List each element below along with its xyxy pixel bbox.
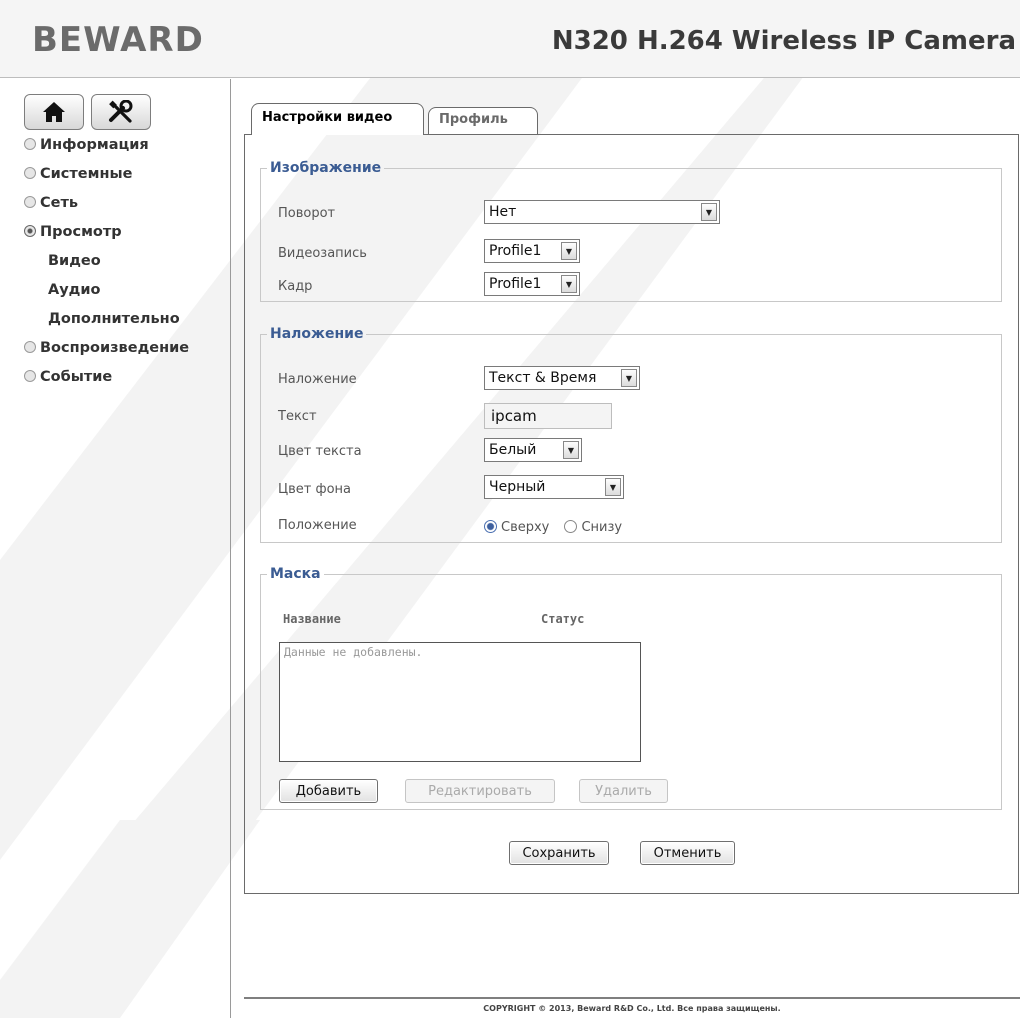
rotation-select[interactable]: Нет ▼ <box>484 200 720 224</box>
frame-select[interactable]: Profile1 ▼ <box>484 272 580 296</box>
position-label: Положение <box>278 518 357 533</box>
mask-group-legend: Маска <box>270 566 321 582</box>
rotation-value: Нет <box>489 204 517 220</box>
mask-group: Маска Название Статус Данные не добавлен… <box>260 566 1002 810</box>
text-label: Текст <box>278 409 317 424</box>
bg-color-label: Цвет фона <box>278 482 351 497</box>
bg-color-select[interactable]: Черный ▼ <box>484 475 624 499</box>
position-top-label: Сверху <box>501 520 550 535</box>
frame-label: Кадр <box>278 279 313 294</box>
overlay-value: Текст & Время <box>489 370 597 386</box>
chevron-down-icon: ▼ <box>561 275 577 293</box>
add-mask-button[interactable]: Добавить <box>279 779 378 803</box>
menu-item-playback[interactable]: Воспроизведение <box>24 334 189 363</box>
chevron-down-icon: ▼ <box>621 369 637 387</box>
copyright-text: COPYRIGHT © 2013, Beward R&D Co., Ltd. В… <box>483 1004 781 1013</box>
chevron-down-icon: ▼ <box>561 242 577 260</box>
bullet-icon <box>24 138 36 150</box>
tools-button[interactable] <box>91 94 151 130</box>
tab-video-settings[interactable]: Настройки видео <box>251 103 424 135</box>
camera-model-title: N320 H.264 Wireless IP Camera <box>551 26 1016 56</box>
home-button[interactable] <box>24 94 84 130</box>
position-bottom-radio[interactable] <box>564 520 578 533</box>
chevron-down-icon: ▼ <box>701 203 717 221</box>
menu-item-label: Воспроизведение <box>40 340 190 356</box>
image-group: Изображение Поворот Нет ▼ Видеозапись Pr… <box>260 160 1002 302</box>
home-icon <box>43 102 65 122</box>
sidebar: Информация Системные Сеть Просмотр Видео… <box>0 79 231 1018</box>
overlay-select[interactable]: Текст & Время ▼ <box>484 366 640 390</box>
menu-item-label: Информация <box>40 137 149 153</box>
menu-item-system[interactable]: Системные <box>24 160 189 189</box>
cancel-button[interactable]: Отменить <box>640 841 735 865</box>
position-bottom-label: Снизу <box>581 520 623 535</box>
menu-item-network[interactable]: Сеть <box>24 189 189 218</box>
header-bar: BEWARD N320 H.264 Wireless IP Camera <box>0 0 1020 78</box>
menu-item-label: Просмотр <box>40 224 122 240</box>
bullet-icon <box>24 341 36 353</box>
menu-item-label: Сеть <box>40 195 79 211</box>
menu-item-label: Системные <box>40 166 133 182</box>
rotation-label: Поворот <box>278 206 336 221</box>
menu-item-info[interactable]: Информация <box>24 131 189 160</box>
chevron-down-icon: ▼ <box>605 478 621 496</box>
bullet-icon <box>24 370 36 382</box>
tools-icon <box>109 100 133 123</box>
save-button[interactable]: Сохранить <box>509 841 609 865</box>
submenu-item-video[interactable]: Видео <box>24 247 189 276</box>
menu-item-label: Событие <box>40 369 113 385</box>
text-color-value: Белый <box>489 442 537 458</box>
submenu-item-audio[interactable]: Аудио <box>24 276 189 305</box>
recording-value: Profile1 <box>489 243 542 259</box>
footer-divider <box>244 997 1020 999</box>
bg-color-value: Черный <box>489 479 546 495</box>
main-menu: Информация Системные Сеть Просмотр Видео… <box>24 131 189 392</box>
overlay-label: Наложение <box>278 372 357 387</box>
recording-select[interactable]: Profile1 ▼ <box>484 239 580 263</box>
image-group-legend: Изображение <box>270 160 382 176</box>
submenu-item-advanced[interactable]: Дополнительно <box>24 305 189 334</box>
text-color-label: Цвет текста <box>278 444 362 459</box>
bullet-icon <box>24 167 36 179</box>
frame-value: Profile1 <box>489 276 542 292</box>
mask-list[interactable]: Данные не добавлены. <box>279 642 641 762</box>
menu-item-view[interactable]: Просмотр <box>24 218 189 247</box>
chevron-down-icon: ▼ <box>563 441 579 459</box>
text-color-select[interactable]: Белый ▼ <box>484 438 582 462</box>
edit-mask-button[interactable]: Редактировать <box>405 779 555 803</box>
position-top-radio[interactable] <box>484 520 497 533</box>
overlay-group: Наложение Наложение Текст & Время ▼ Текс… <box>260 326 1002 543</box>
delete-mask-button[interactable]: Удалить <box>579 779 668 803</box>
mask-list-empty-text: Данные не добавлены. <box>284 645 423 659</box>
recording-label: Видеозапись <box>278 246 367 261</box>
mask-column-status: Статус <box>541 612 585 626</box>
bullet-selected-icon <box>24 225 36 237</box>
brand-logo: BEWARD <box>32 20 204 60</box>
mask-column-name: Название <box>283 612 341 626</box>
overlay-text-input[interactable]: ipcam <box>484 403 612 429</box>
tab-profile[interactable]: Профиль <box>428 107 538 134</box>
menu-item-event[interactable]: Событие <box>24 363 189 392</box>
overlay-group-legend: Наложение <box>270 326 364 342</box>
bullet-icon <box>24 196 36 208</box>
